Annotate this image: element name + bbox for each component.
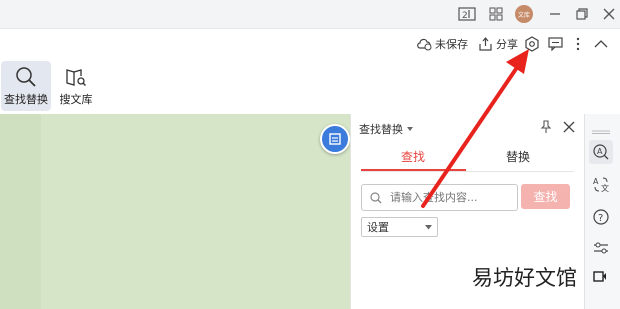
cloud-unsaved-icon: [417, 38, 432, 51]
unsaved-label: 未保存: [435, 38, 468, 51]
pin-icon[interactable]: [539, 120, 553, 134]
share-label: 分享: [496, 38, 518, 51]
sliders-icon[interactable]: [589, 236, 613, 260]
collapse-ribbon-icon[interactable]: [594, 38, 608, 48]
gear-icon[interactable]: [524, 36, 540, 52]
search-icon: [370, 191, 382, 203]
unsaved-status[interactable]: 未保存: [416, 36, 468, 52]
settings-dropdown-value: 设置: [367, 221, 389, 234]
close-icon[interactable]: [600, 5, 618, 23]
avatar[interactable]: 文库: [515, 5, 533, 23]
tab-divider: [361, 171, 574, 172]
find-replace-tool-label: 查找替换: [4, 92, 48, 106]
caret-down-icon: [425, 224, 432, 229]
svg-text:?: ?: [598, 213, 603, 224]
comment-icon[interactable]: [548, 37, 564, 52]
svg-text:A: A: [593, 177, 599, 186]
search-library-tool[interactable]: 搜文库: [56, 61, 96, 111]
find-button[interactable]: 查找: [521, 184, 570, 209]
apps-grid-icon[interactable]: [487, 5, 505, 23]
more-options-icon[interactable]: [575, 37, 581, 51]
help-icon[interactable]: ?: [589, 205, 613, 229]
active-tab-indicator: [361, 169, 466, 171]
search-library-tool-label: 搜文库: [59, 92, 93, 106]
book-search-icon: [66, 68, 86, 86]
tab-replace[interactable]: 替换: [468, 148, 568, 165]
svg-text:2: 2: [462, 11, 468, 21]
document-canvas[interactable]: [0, 114, 350, 309]
caret-down-icon: [407, 127, 413, 131]
floating-action-button[interactable]: [320, 124, 350, 154]
search-input[interactable]: [388, 190, 512, 205]
share-icon: [479, 37, 492, 51]
svg-text:文: 文: [601, 183, 609, 193]
panel-title-dropdown[interactable]: 查找替换: [359, 121, 414, 137]
svg-text:A: A: [597, 147, 603, 156]
watermark-logo-icon: [593, 271, 607, 282]
reader-mode-icon[interactable]: 2: [458, 5, 476, 23]
magnifier-icon: [16, 66, 36, 87]
translate-icon[interactable]: A文: [589, 172, 613, 196]
restore-icon[interactable]: [573, 5, 591, 23]
find-replace-tool[interactable]: 查找替换: [1, 61, 51, 111]
document-tool-icon: [329, 133, 341, 145]
document-margin: [0, 114, 41, 309]
share-button[interactable]: 分享: [478, 36, 518, 52]
drag-handle[interactable]: [592, 123, 610, 134]
text-check-icon[interactable]: A: [589, 140, 613, 164]
search-field[interactable]: [361, 184, 518, 211]
panel-title: 查找替换: [359, 123, 403, 136]
minimize-icon[interactable]: [546, 5, 564, 23]
settings-dropdown[interactable]: 设置: [361, 217, 438, 237]
avatar-label: 文库: [515, 5, 533, 23]
tab-find[interactable]: 查找: [363, 148, 463, 165]
panel-close-icon[interactable]: [563, 121, 575, 133]
watermark-text: 易坊好文馆: [472, 266, 577, 290]
